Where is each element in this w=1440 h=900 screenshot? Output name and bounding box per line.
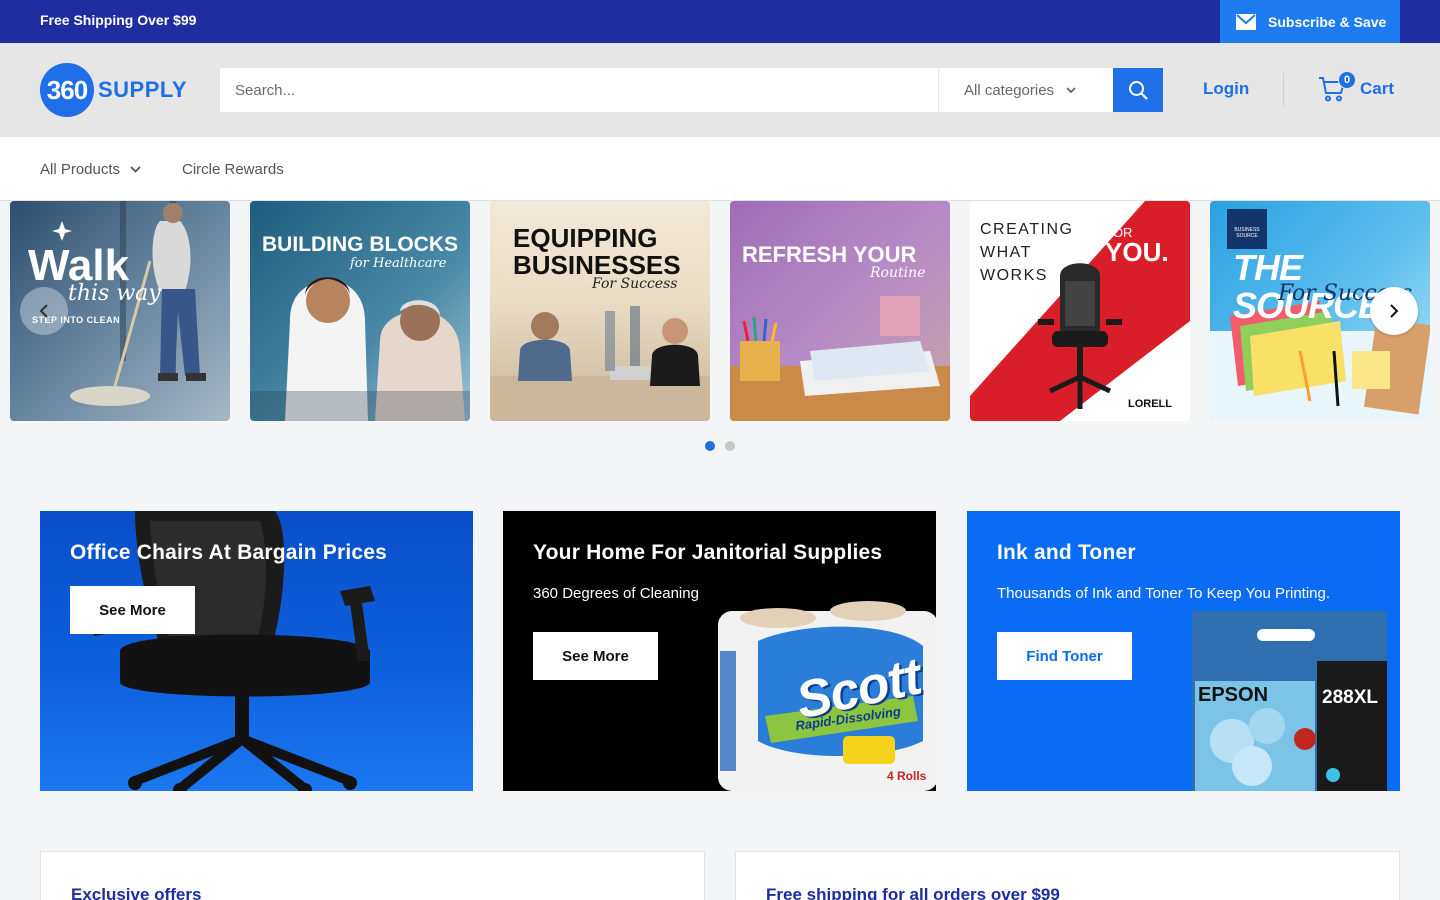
carousel-slide-lorell[interactable]: CREATING WHAT WORKS FOR YOU. LORELL [970,201,1190,421]
logo-wordmark: SUPPLY [98,77,188,102]
carousel-dot-1[interactable] [705,441,715,451]
see-more-button[interactable]: See More [70,586,195,634]
badge-line2: SOURCE [1236,233,1258,239]
subscribe-button[interactable]: Subscribe & Save [1220,0,1400,43]
carousel-next-button[interactable] [1370,287,1418,335]
find-toner-button[interactable]: Find Toner [997,632,1132,680]
category-select-value: All categories [964,81,1055,99]
promo-title: Your Home For Janitorial Supplies [533,541,883,564]
lorell-logo-text: LORELL [1128,398,1172,410]
promo-title: Ink and Toner [997,541,1136,564]
chevron-down-icon [130,166,141,173]
exclusive-offers-card: Exclusive offers [40,851,705,900]
carousel-dot-2[interactable] [725,441,735,451]
search-icon [1129,81,1148,100]
carousel-slide-healthcare[interactable]: BUILDING BLOCKS for Healthcare [250,201,470,421]
chevron-left-icon [39,304,48,318]
slide-line1: CREATING [980,221,1074,238]
site-logo[interactable]: 360 SUPPLY [40,63,187,117]
header-divider [1283,73,1284,107]
epson-logo-text: EPSON [1198,684,1269,706]
info-card-title: Free shipping for all orders over $99 [766,885,1060,900]
main-nav: All Products Circle Rewards [0,137,1440,201]
see-more-button[interactable]: See More [533,632,658,680]
ink-model-text: 288XL [1322,687,1378,708]
carousel-prev-button[interactable] [20,287,68,335]
business-source-badge: BUSINESS SOURCE [1227,209,1267,249]
login-link[interactable]: Login [1203,79,1249,99]
slide-title: REFRESH YOUR [742,242,917,267]
promo-subtitle: Thousands of Ink and Toner To Keep You P… [997,585,1331,602]
chevron-right-icon [1390,304,1399,318]
rolls-count-text: 4 Rolls [887,769,927,783]
subscribe-label: Subscribe & Save [1268,13,1387,30]
slide-script: this way [68,281,161,306]
info-card-title: Exclusive offers [71,885,202,900]
cart-icon-wrap: 0 [1318,71,1356,103]
announcement-bar: Free Shipping Over $99 Subscribe & Save [0,0,1440,43]
promo-card-ink-toner[interactable]: Ink and Toner Thousands of Ink and Toner… [967,511,1400,791]
promo-subtitle: 360 Degrees of Cleaning [533,585,699,602]
slide-script: For Success [592,276,678,292]
promo-card-office-chairs[interactable]: Office Chairs At Bargain Prices See More [40,511,473,791]
free-shipping-text: Free Shipping Over $99 [40,12,197,28]
nav-item-circle-rewards[interactable]: Circle Rewards [182,161,284,178]
promo-title: Office Chairs At Bargain Prices [70,541,388,564]
slide-title-line1: EQUIPPING [513,223,658,253]
carousel-dots [705,441,735,451]
cart-link[interactable]: 0 Cart [1318,71,1395,103]
promo-card-janitorial[interactable]: Your Home For Janitorial Supplies 360 De… [503,511,936,791]
carousel-slide-refresh[interactable]: REFRESH YOUR Routine [730,201,950,421]
search-bar: All categories [220,68,1163,112]
slide-you: YOU. [1105,237,1169,267]
desk-supplies-illustration [730,296,950,421]
hero-carousel: Walk this way STEP INTO CLEAN BUILDING B… [0,201,1440,421]
slide-line2: WHAT [980,244,1032,261]
logo-circle: 360 [40,63,94,117]
slide-script: Routine [870,265,926,281]
chevron-down-icon [1066,86,1076,93]
free-shipping-card: Free shipping for all orders over $99 [735,851,1400,900]
mail-icon [1236,13,1256,30]
category-select[interactable]: All categories [938,68,1113,112]
search-button[interactable] [1113,68,1163,112]
cart-count-badge: 0 [1338,71,1356,89]
carousel-slide-equipping[interactable]: EQUIPPING BUSINESSES For Success [490,201,710,421]
nav-item-label: Circle Rewards [182,161,284,178]
nav-item-label: All Products [40,161,121,178]
search-input[interactable] [220,68,938,112]
slide-script: for Healthcare [350,256,447,271]
cart-label: Cart [1360,79,1395,98]
nav-item-all-products[interactable]: All Products [40,161,141,178]
slide-title: BUILDING BLOCKS [262,233,458,256]
slide-line3: WORKS [980,267,1048,284]
site-header: 360 SUPPLY All categories Login 0 Cart [0,43,1440,137]
